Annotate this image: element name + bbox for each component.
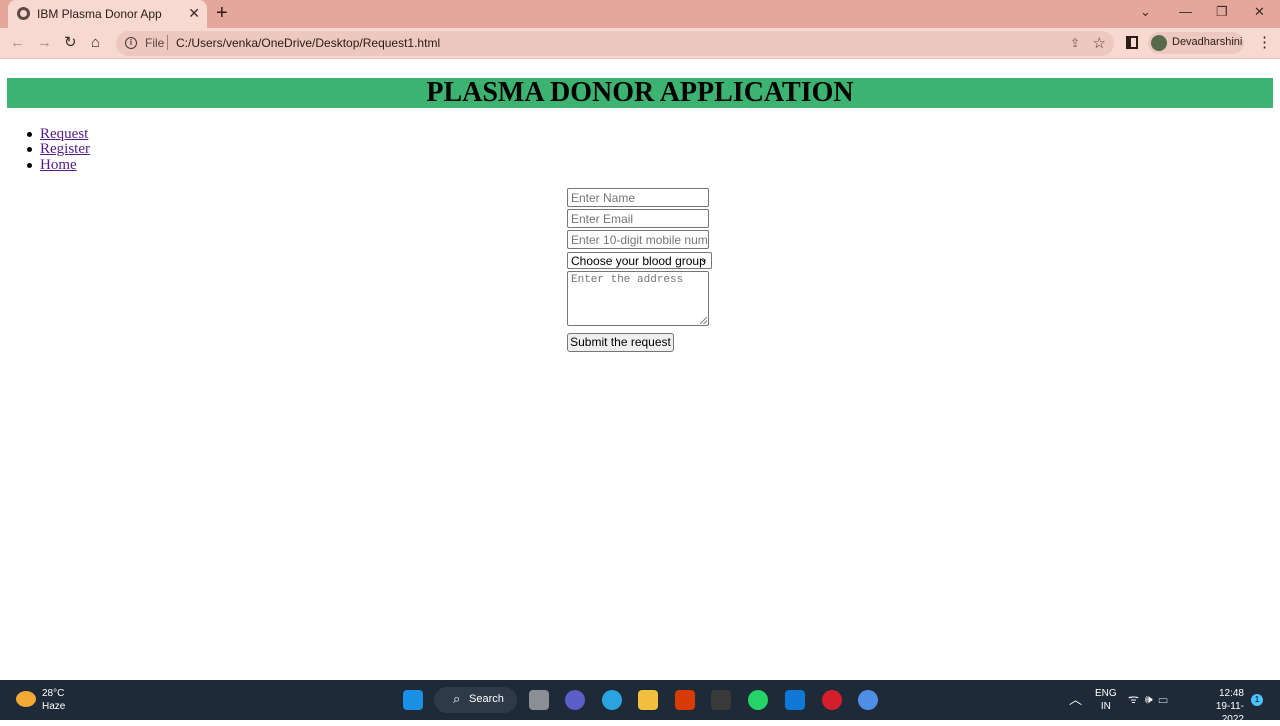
back-button[interactable]: ← [10,33,25,53]
chevron-down-icon: ⌄ [699,254,708,265]
teams-chat-icon[interactable] [565,690,585,710]
chrome-icon[interactable] [858,690,878,710]
resize-grip-icon[interactable] [700,317,707,324]
globe-icon [17,7,30,20]
share-icon[interactable]: ⇪ [1070,36,1080,50]
nav-item-home: Home [27,157,90,173]
new-tab-button[interactable]: + [216,3,228,23]
language-code: ENG [1095,688,1117,699]
close-tab-icon[interactable]: ✕ [188,5,200,21]
home-link[interactable]: Home [40,157,77,173]
whatsapp-icon[interactable] [748,690,768,710]
profile-button[interactable]: Devadharshini [1148,32,1244,54]
chevron-up-icon[interactable]: ︿ [1069,689,1082,708]
browser-toolbar: ← → ↻ ⌂ i File C:/Users/venka/OneDrive/D… [0,28,1280,59]
request-link[interactable]: Request [40,126,88,142]
wifi-icon: ᯤ [1128,692,1145,706]
address-placeholder: Enter the address [571,274,684,286]
browser-tab[interactable]: IBM Plasma Donor App ✕ [8,0,207,28]
notification-badge[interactable]: 1 [1251,694,1263,706]
avatar [1151,35,1167,51]
page-title: PLASMA DONOR APPLICATION [426,77,854,108]
clock-time: 12:48 [1218,688,1244,699]
header-banner: PLASMA DONOR APPLICATION [7,78,1273,108]
mobile-input[interactable]: Enter 10-digit mobile number [567,230,709,249]
vscode-icon[interactable] [785,690,805,710]
register-link[interactable]: Register [40,141,90,157]
browser-menu-icon[interactable]: ⋮ [1257,33,1272,51]
telegram-icon[interactable] [602,690,622,710]
submit-button[interactable]: Submit the request [567,333,674,352]
taskbar: 28°C Haze ⌕ Search ︿ ENG IN ᯤ🕪▭ 12:48 19… [0,680,1280,725]
address-divider [167,35,168,50]
file-explorer-icon[interactable] [638,690,658,710]
address-textarea[interactable]: Enter the address [567,271,709,326]
name-input[interactable]: Enter Name [567,188,709,207]
tab-title: IBM Plasma Donor App [37,7,162,21]
home-button[interactable]: ⌂ [91,33,100,53]
minimize-button[interactable]: — [1179,4,1192,20]
blood-group-select[interactable]: Choose your blood group ⌄ [567,252,712,269]
task-view-icon[interactable] [529,690,549,710]
blood-group-value: Choose your blood group [571,254,706,268]
info-icon[interactable]: i [125,37,137,49]
email-input[interactable]: Enter Email [567,209,709,228]
office-icon[interactable] [675,690,695,710]
address-bar[interactable]: i File C:/Users/venka/OneDrive/Desktop/R… [116,31,1114,56]
volume-icon: 🕪 [1144,692,1159,706]
opera-icon[interactable] [822,690,842,710]
restore-button[interactable]: ❐ [1216,4,1228,20]
battery-icon: ▭ [1158,692,1174,706]
weather-temp: 28°C [42,688,65,699]
tab-strip: IBM Plasma Donor App ✕ + ⌄ — ❐ ✕ [0,0,1280,28]
side-panel-icon[interactable] [1126,36,1138,49]
taskbar-search[interactable]: ⌕ Search [434,687,517,713]
clock-date: 19-11-2022 [1215,701,1244,725]
system-tray[interactable]: ᯤ🕪▭ [1128,690,1174,707]
address-url[interactable]: C:/Users/venka/OneDrive/Desktop/Request1… [176,36,440,50]
nav-links: Request Register Home [27,126,90,173]
haze-weather-icon [16,691,36,707]
profile-name: Devadharshini [1172,36,1243,48]
terminal-icon[interactable] [711,690,731,710]
bookmark-star-icon[interactable]: ☆ [1093,34,1106,52]
region-code: IN [1100,701,1111,712]
nav-item-request: Request [27,126,90,142]
close-window-button[interactable]: ✕ [1254,4,1265,20]
tab-search-icon[interactable]: ⌄ [1140,4,1151,20]
language-indicator[interactable]: ENG IN [1095,687,1117,713]
clock[interactable]: 12:48 19-11-2022 [1196,687,1244,726]
reload-button[interactable]: ↻ [64,33,77,53]
search-icon: ⌕ [453,691,461,706]
page-viewport: PLASMA DONOR APPLICATION Request Registe… [0,60,1280,680]
windows-start-icon[interactable] [403,690,423,710]
address-scheme: File [145,36,165,50]
nav-item-register: Register [27,141,90,157]
weather-condition: Haze [42,701,66,712]
forward-button[interactable]: → [37,33,52,53]
search-label: Search [469,693,504,705]
